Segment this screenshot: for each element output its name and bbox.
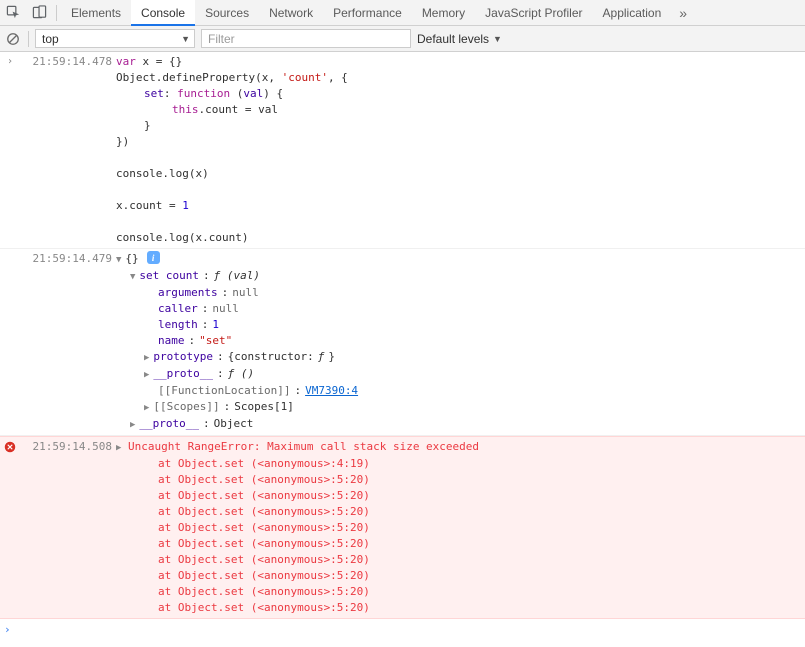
tabs-overflow-icon[interactable]: » <box>671 5 695 21</box>
expand-icon[interactable] <box>116 440 121 453</box>
code-block[interactable]: var x = {} Object.defineProperty(x, 'cou… <box>116 54 805 246</box>
execution-context-selector[interactable]: top ▼ <box>35 29 195 48</box>
input-chevron-icon: › <box>7 56 13 67</box>
console-prompt[interactable]: › <box>0 619 805 639</box>
console-entry-log: 21:59:14.479 {}i set count: ƒ (val) argu… <box>0 249 805 436</box>
clear-console-icon[interactable] <box>4 30 22 48</box>
separator <box>56 5 57 21</box>
tab-memory[interactable]: Memory <box>412 0 475 26</box>
context-value: top <box>42 32 59 46</box>
timestamp: 21:59:14.478 <box>20 54 116 70</box>
tab-jsprofiler[interactable]: JavaScript Profiler <box>475 0 592 26</box>
prompt-chevron-icon: › <box>4 623 11 636</box>
tab-sources[interactable]: Sources <box>195 0 259 26</box>
tab-application[interactable]: Application <box>593 0 672 26</box>
tab-network[interactable]: Network <box>259 0 323 26</box>
expand-icon[interactable] <box>130 416 135 433</box>
tab-console[interactable]: Console <box>131 0 195 26</box>
expand-icon[interactable] <box>144 349 149 366</box>
inspect-element-icon[interactable] <box>0 0 26 26</box>
info-badge-icon[interactable]: i <box>147 251 160 264</box>
expand-icon[interactable] <box>130 268 135 285</box>
devtools-tabbar: Elements Console Sources Network Perform… <box>0 0 805 26</box>
console-toolbar: top ▼ Default levels ▼ <box>0 26 805 52</box>
object-preview[interactable]: {}i set count: ƒ (val) arguments: null c… <box>116 251 805 433</box>
dropdown-icon: ▼ <box>493 34 502 44</box>
source-link[interactable]: VM7390:4 <box>305 383 358 399</box>
tab-elements[interactable]: Elements <box>61 0 131 26</box>
log-level-value: Default levels <box>417 32 489 46</box>
dropdown-icon: ▼ <box>181 34 190 44</box>
expand-icon[interactable] <box>116 251 121 268</box>
timestamp: 21:59:14.479 <box>20 251 116 267</box>
tab-performance[interactable]: Performance <box>323 0 412 26</box>
log-level-selector[interactable]: Default levels ▼ <box>417 32 502 46</box>
filter-input[interactable] <box>201 29 411 48</box>
timestamp: 21:59:14.508 <box>20 439 116 455</box>
expand-icon[interactable] <box>144 399 149 416</box>
expand-icon[interactable] <box>144 366 149 383</box>
console-entry-input: › 21:59:14.478 var x = {} Object.defineP… <box>0 52 805 249</box>
separator <box>28 31 29 47</box>
error-message[interactable]: Uncaught RangeError: Maximum call stack … <box>116 439 805 616</box>
console-entry-error: 21:59:14.508 Uncaught RangeError: Maximu… <box>0 436 805 619</box>
error-icon <box>4 441 16 453</box>
device-toolbar-icon[interactable] <box>26 0 52 26</box>
